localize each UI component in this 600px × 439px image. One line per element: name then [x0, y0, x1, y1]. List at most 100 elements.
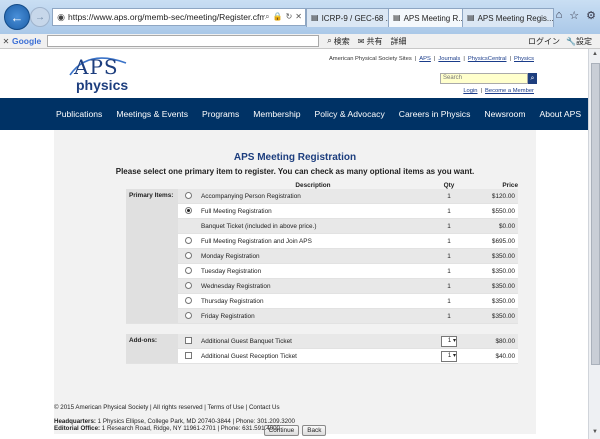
registration-instructions: Please select one primary item to regist… [115, 167, 475, 176]
arrow-left-icon: ← [10, 9, 24, 25]
search-icon[interactable]: ⌕ [265, 12, 269, 22]
footer-editorial: Editorial Office: 1 Research Road, Ridge… [54, 425, 280, 432]
nav-careers[interactable]: Careers in Physics [399, 109, 471, 119]
nav-meetings-events[interactable]: Meetings & Events [116, 109, 188, 119]
radio-friday[interactable] [184, 311, 192, 319]
col-price: Price [470, 181, 518, 189]
table-row: Thursday Registration 1 $350.00 [126, 293, 518, 309]
wrench-icon: 🔧 [566, 36, 576, 46]
radio-accompanying[interactable] [184, 191, 192, 199]
registration-panel: APS Meeting Registration Please select o… [54, 130, 536, 436]
nav-newsroom[interactable]: Newsroom [484, 109, 525, 119]
checkbox-guest-reception[interactable] [184, 351, 192, 359]
login-link[interactable]: Login [463, 88, 477, 94]
radio-wednesday[interactable] [184, 281, 192, 289]
tab-icrp[interactable]: ▤ ICRP-9 / GEC-68 ... [306, 8, 396, 27]
close-toolbar-icon[interactable]: ✕ [0, 37, 12, 46]
share-icon: ✉ [357, 36, 365, 46]
google-search-button[interactable]: ⌕ 検索 [327, 36, 349, 47]
address-url[interactable]: https://www.aps.org/memb-sec/meeting/Reg… [68, 12, 265, 22]
registration-table: Description Qty Price Primary Items: Acc… [126, 181, 518, 364]
radio-monday[interactable] [184, 251, 192, 259]
link-aps[interactable]: APS [419, 56, 431, 62]
arrow-right-icon: → [35, 11, 45, 23]
scroll-up-icon[interactable]: ▲ [591, 51, 599, 59]
qty-select-guest-banquet[interactable]: 1 [441, 335, 457, 347]
tab-label: APS Meeting Regis... [477, 13, 554, 23]
search-icon: ⌕ [327, 36, 332, 45]
google-search-input[interactable] [47, 35, 320, 47]
google-toolbar: ✕ Google ⌕ 検索 ✉ 共有 詳細 ログイン 🔧設定 [0, 34, 600, 49]
tab-label: APS Meeting R... [403, 13, 465, 23]
addons-label: Add-ons: [126, 334, 178, 364]
login-links: Login | Become a Member [463, 88, 534, 94]
page-icon: ▤ [311, 13, 319, 22]
page-content: APS physics American Physical Society Si… [0, 49, 588, 439]
radio-thursday[interactable] [184, 296, 192, 304]
radio-full-meeting[interactable] [184, 206, 192, 214]
nav-programs[interactable]: Programs [202, 109, 239, 119]
scroll-thumb[interactable] [591, 63, 600, 365]
back-button[interactable]: ← [4, 4, 30, 30]
table-row: Banquet Ticket (included in above price.… [126, 218, 518, 234]
checkbox-guest-banquet[interactable] [184, 336, 192, 344]
table-row: Tuesday Registration 1 $350.00 [126, 263, 518, 279]
nav-policy-advocacy[interactable]: Policy & Advocacy [315, 109, 385, 119]
nav-publications[interactable]: Publications [56, 109, 102, 119]
radio-tuesday[interactable] [184, 266, 192, 274]
login-button[interactable]: ログイン [528, 36, 560, 47]
gear-icon[interactable]: ⚙ [586, 9, 596, 22]
site-search: Search ⌕ [440, 73, 537, 84]
scroll-down-icon[interactable]: ▼ [591, 429, 599, 437]
tab-aps-meeting-2[interactable]: ▤ APS Meeting Regis... [462, 8, 554, 27]
table-row: Primary Items: Accompanying Person Regis… [126, 189, 518, 324]
table-row: Monday Registration 1 $350.00 [126, 248, 518, 264]
table-row: Wednesday Registration 1 $350.00 [126, 278, 518, 294]
col-qty: Qty [428, 181, 470, 189]
registration-title: APS Meeting Registration [233, 152, 357, 163]
site-search-input[interactable]: Search [440, 73, 528, 84]
become-member-link[interactable]: Become a Member [485, 88, 534, 94]
nav-about-aps[interactable]: About APS [539, 109, 581, 119]
page-footer: © 2015 American Physical Society | All r… [54, 404, 536, 432]
search-submit-button[interactable]: ⌕ [528, 73, 537, 84]
tab-label: ICRP-9 / GEC-68 ... [321, 13, 393, 23]
google-logo: Google [12, 36, 42, 46]
footer-headquarters: Headquarters: 1 Physics Ellipse, College… [54, 418, 295, 425]
primary-items-label: Primary Items: [126, 189, 178, 324]
link-physics[interactable]: Physics [514, 56, 534, 62]
main-nav: Publications Meetings & Events Programs … [0, 98, 588, 130]
table-row: Additional Guest Reception Ticket 1 $40.… [126, 348, 518, 364]
browser-window: ← → ◉ https://www.aps.org/memb-sec/meeti… [0, 0, 600, 439]
table-row: Add-ons: Additional Guest Banquet Ticket… [126, 334, 518, 364]
qty-select-guest-reception[interactable]: 1 [441, 350, 457, 362]
favorites-star-icon[interactable]: ☆ [569, 9, 579, 22]
link-physicscentral[interactable]: PhysicsCentral [468, 56, 507, 62]
table-row: Friday Registration 1 $350.00 [126, 308, 518, 324]
top-links: American Physical Society Sites | APS | … [328, 56, 534, 62]
nav-membership[interactable]: Membership [253, 109, 300, 119]
refresh-icon[interactable]: ↻ [286, 12, 293, 22]
footer-copyright: © 2015 American Physical Society | All r… [54, 404, 280, 411]
forward-button[interactable]: → [30, 7, 50, 27]
table-row: Full Meeting Registration and Join APS 1… [126, 233, 518, 249]
details-button[interactable]: 詳細 [390, 36, 406, 47]
toolbar-settings[interactable]: 🔧設定 [566, 36, 592, 47]
aps-physics-logo[interactable]: APS physics [68, 55, 168, 95]
lock-icon[interactable]: 🔒 [273, 12, 283, 22]
link-journals[interactable]: Journals [438, 56, 460, 62]
col-description: Description [198, 181, 428, 189]
vertical-scrollbar[interactable]: ▲ ▼ [588, 49, 600, 439]
address-bar[interactable]: ◉ https://www.aps.org/memb-sec/meeting/R… [52, 8, 306, 26]
home-icon[interactable]: ⌂ [556, 9, 563, 22]
table-row: Full Meeting Registration 1 $550.00 [126, 203, 518, 219]
page-icon: ▤ [467, 13, 475, 22]
radio-full-meeting-join[interactable] [184, 236, 192, 244]
search-icon: ⌕ [530, 75, 535, 82]
tab-aps-meeting-active[interactable]: ▤ APS Meeting R... ✕ [388, 8, 470, 27]
page-icon: ▤ [393, 13, 401, 22]
close-icon[interactable]: ✕ [295, 12, 302, 22]
share-button[interactable]: ✉ 共有 [358, 36, 383, 47]
browser-titlebar: ← → ◉ https://www.aps.org/memb-sec/meeti… [0, 0, 600, 35]
site-icon: ◉ [57, 12, 65, 22]
